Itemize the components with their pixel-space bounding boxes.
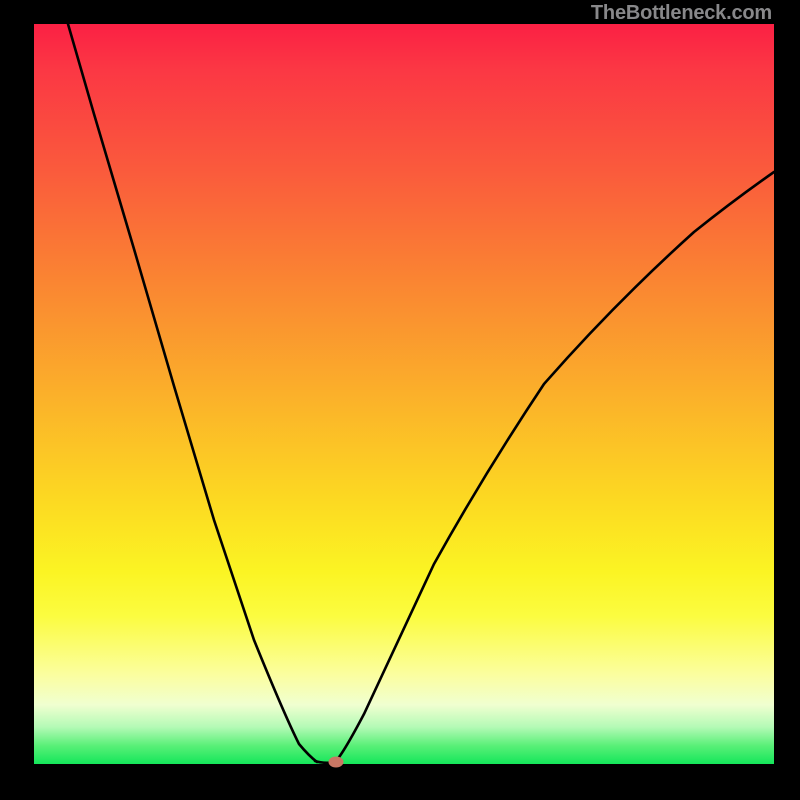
curve-right-branch xyxy=(336,172,774,761)
curve-left-branch xyxy=(68,24,317,762)
bottleneck-curve xyxy=(34,24,774,764)
attribution-text: TheBottleneck.com xyxy=(591,2,772,25)
plot-area xyxy=(34,24,774,764)
chart-container: TheBottleneck.com xyxy=(0,0,800,800)
optimal-point-marker xyxy=(329,757,344,768)
